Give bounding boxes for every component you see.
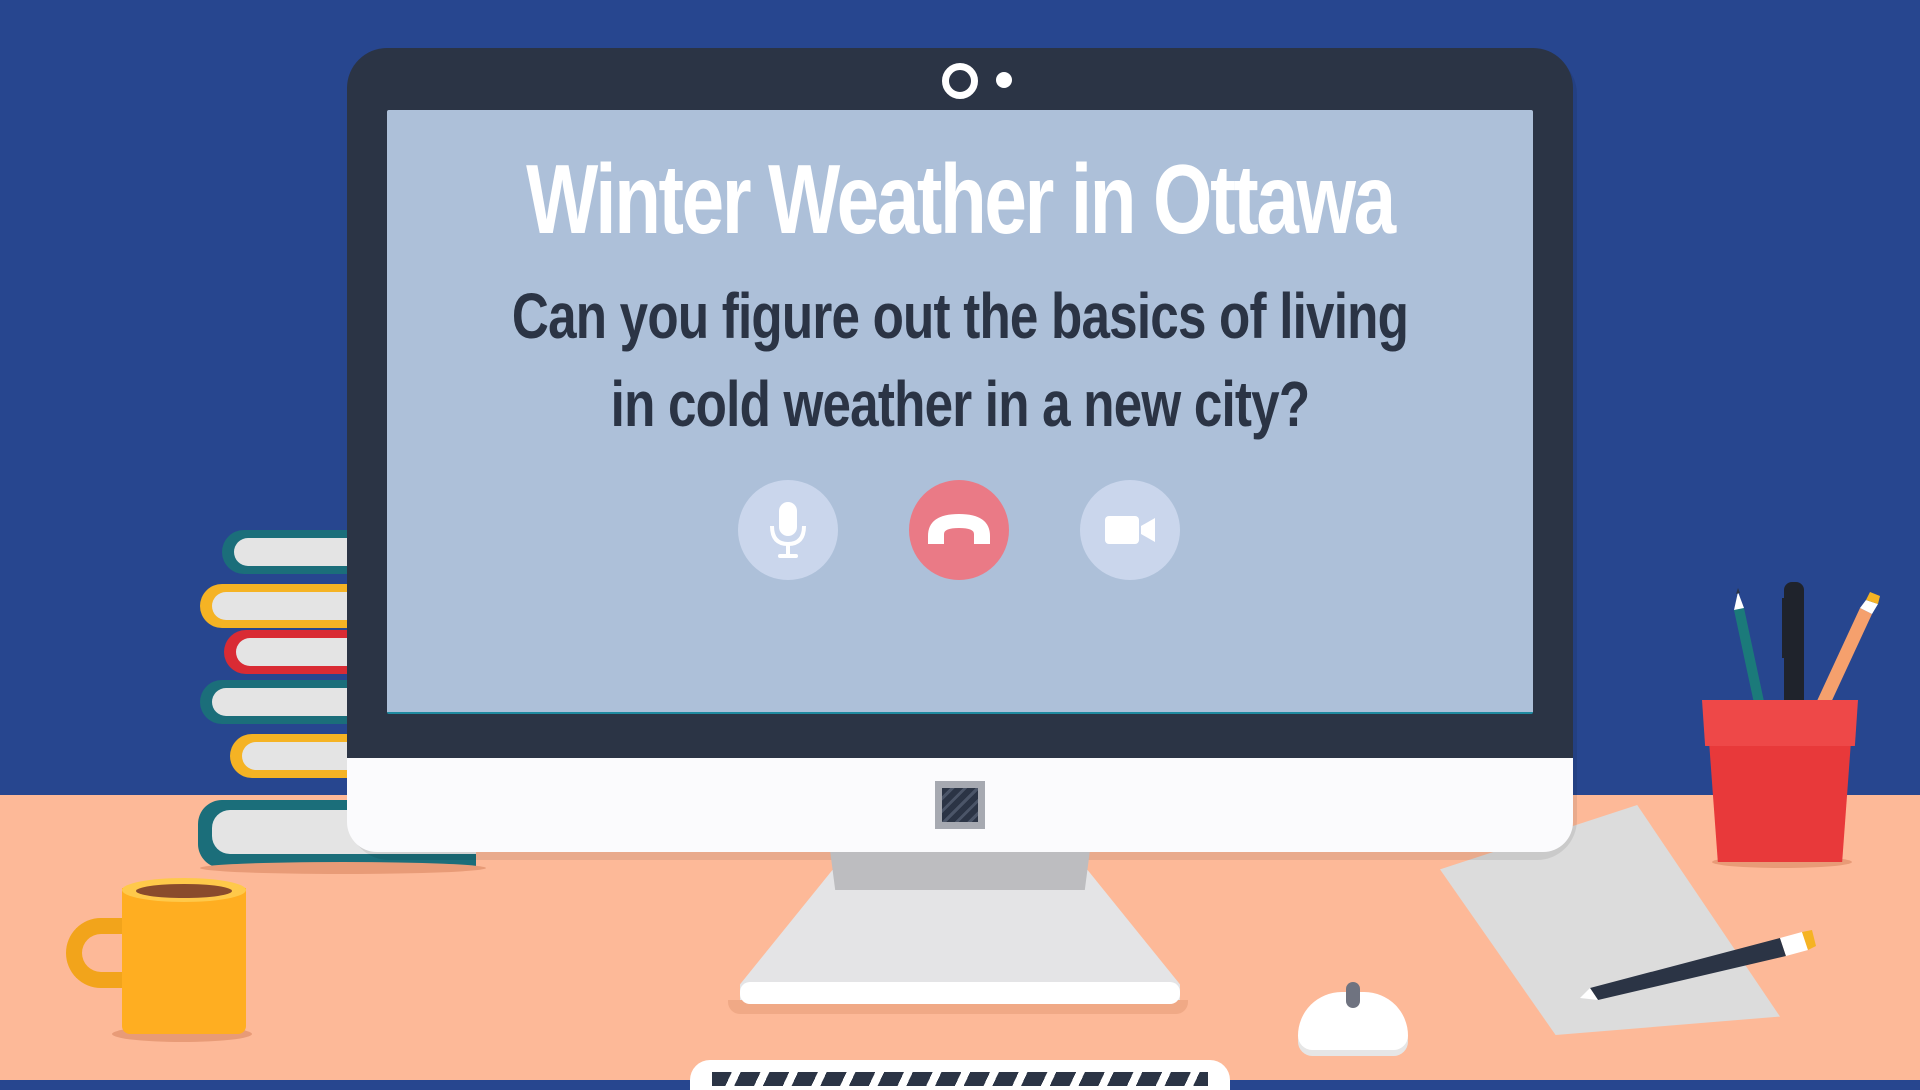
keyboard-keys — [712, 1072, 1208, 1086]
subtitle-line: Can you figure out the basics of living — [511, 280, 1409, 352]
video-toggle-button[interactable] — [1080, 480, 1180, 580]
pen-icon — [1580, 930, 1816, 1000]
page-title: Winter Weather in Ottawa — [526, 144, 1396, 254]
webcam-led — [996, 72, 1012, 88]
book-shadow — [200, 862, 486, 874]
mute-button[interactable] — [738, 480, 838, 580]
mouse-wheel — [1346, 982, 1360, 1008]
video-camera-icon — [1105, 516, 1155, 544]
coffee — [136, 884, 232, 898]
page-subtitle: Can you figure out the basics of living … — [502, 272, 1419, 448]
monitor-screen: Winter Weather in Ottawa Can you figure … — [387, 110, 1533, 714]
monitor-logo-icon — [935, 781, 985, 829]
webcam-icon — [942, 63, 978, 99]
pencils-icon — [1734, 582, 1880, 720]
microphone-icon — [770, 502, 806, 558]
phone-hang-up-icon — [928, 514, 990, 544]
hang-up-button[interactable] — [909, 480, 1009, 580]
monitor-base — [740, 982, 1180, 1004]
coffee-mug — [122, 888, 246, 1034]
subtitle-line: in cold weather in a new city? — [610, 368, 1310, 440]
pen-cup-rim — [1702, 700, 1858, 746]
monitor-neck — [830, 850, 1090, 890]
